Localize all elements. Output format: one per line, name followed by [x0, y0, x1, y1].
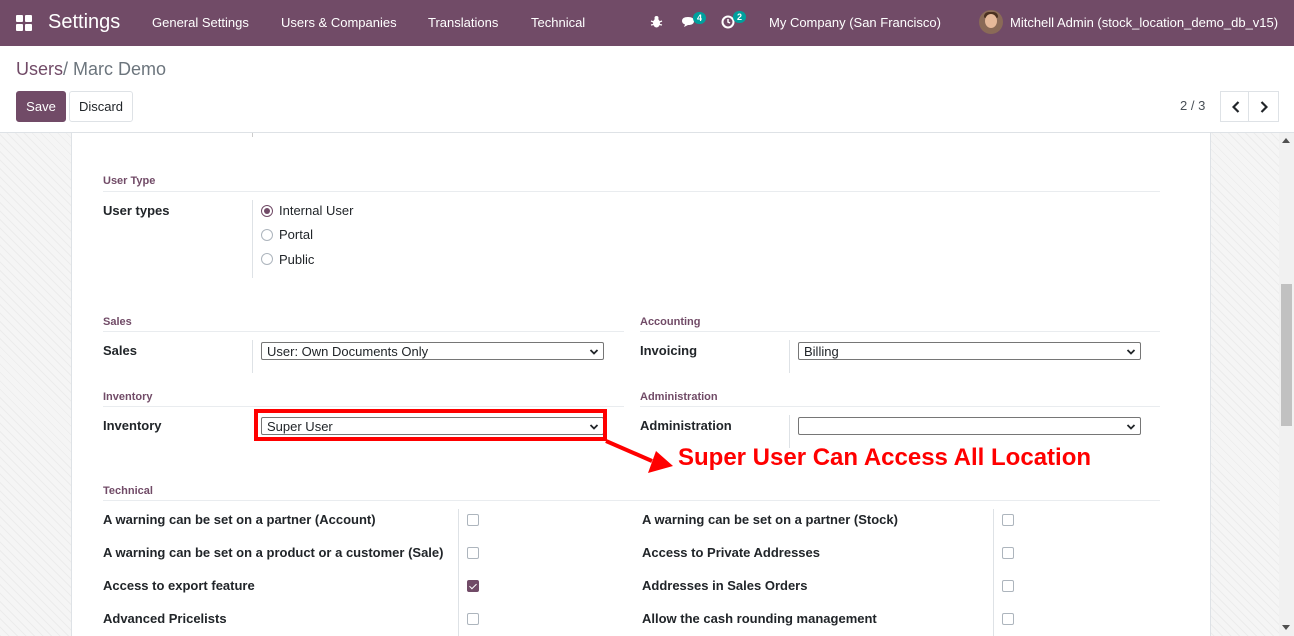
section-divider	[103, 500, 1160, 501]
section-divider	[103, 331, 624, 332]
discard-button[interactable]: Discard	[69, 91, 133, 122]
technical-right-checkbox-2[interactable]	[1002, 580, 1014, 592]
messaging-chat-icon[interactable]: 4	[681, 12, 707, 32]
menu-technical[interactable]: Technical	[531, 15, 585, 30]
menu-general-settings[interactable]: General Settings	[152, 15, 249, 30]
debug-bug-icon[interactable]	[650, 15, 663, 32]
section-divider	[640, 406, 1160, 407]
administration-label: Administration	[640, 418, 732, 433]
technical-right-label-0: A warning can be set on a partner (Stock…	[642, 512, 898, 527]
technical-right-label-1: Access to Private Addresses	[642, 545, 821, 560]
radio-internal-user-label[interactable]: Internal User	[279, 203, 353, 218]
radio-internal-user[interactable]	[261, 205, 273, 217]
field-divider	[252, 133, 253, 137]
technical-left-label-2: Access to export feature	[103, 578, 255, 593]
menu-translations[interactable]: Translations	[428, 15, 498, 30]
menu-users-companies[interactable]: Users & Companies	[281, 15, 397, 30]
sales-label: Sales	[103, 343, 137, 358]
scroll-down-icon[interactable]	[1282, 625, 1290, 630]
technical-left-label-1: A warning can be set on a product or a c…	[103, 545, 444, 560]
technical-left-checkbox-1[interactable]	[467, 547, 479, 559]
chevron-down-icon	[1126, 418, 1136, 442]
technical-left-label-0: A warning can be set on a partner (Accou…	[103, 512, 376, 527]
invoicing-access-value: Billing	[804, 344, 839, 359]
field-divider	[458, 509, 459, 636]
breadcrumb-separator: /	[63, 59, 69, 79]
section-divider	[103, 191, 1160, 192]
technical-left-label-3: Advanced Pricelists	[103, 611, 227, 626]
section-inventory: Inventory	[103, 391, 153, 403]
annotation-highlight-box	[254, 409, 607, 441]
technical-right-label-2: Addresses in Sales Orders	[642, 578, 808, 593]
sales-access-select[interactable]: User: Own Documents Only	[261, 342, 604, 360]
save-button[interactable]: Save	[16, 91, 66, 122]
breadcrumb-users-link[interactable]: Users	[16, 59, 63, 79]
radio-public-label[interactable]: Public	[279, 252, 314, 267]
breadcrumb: Users/ Marc Demo	[16, 59, 166, 80]
administration-access-select[interactable]	[798, 417, 1141, 435]
user-avatar[interactable]	[979, 10, 1003, 34]
control-panel: Users/ Marc Demo Save Discard 2 / 3	[0, 46, 1294, 133]
user-menu[interactable]: Mitchell Admin (stock_location_demo_db_v…	[1010, 15, 1278, 30]
chevron-left-icon	[1231, 100, 1239, 113]
pager-next-button[interactable]	[1248, 91, 1279, 122]
apps-menu-icon[interactable]	[16, 15, 32, 31]
pager-previous-button[interactable]	[1220, 91, 1251, 122]
field-divider	[789, 340, 790, 373]
radio-portal[interactable]	[261, 229, 273, 241]
top-navbar: Settings General Settings Users & Compan…	[0, 0, 1294, 46]
chevron-down-icon	[1126, 343, 1136, 367]
activity-count-badge: 2	[733, 11, 747, 23]
technical-left-checkbox-3[interactable]	[467, 613, 479, 625]
app-title[interactable]: Settings	[48, 11, 120, 34]
technical-right-checkbox-3[interactable]	[1002, 613, 1014, 625]
chevron-right-icon	[1260, 100, 1268, 113]
technical-left-checkbox-2[interactable]	[467, 580, 479, 592]
user-types-label: User types	[103, 203, 170, 218]
scrollbar-thumb[interactable]	[1281, 284, 1292, 426]
technical-right-checkbox-0[interactable]	[1002, 514, 1014, 526]
pager-value[interactable]: 2 / 3	[1180, 98, 1205, 113]
radio-portal-label[interactable]: Portal	[279, 227, 313, 242]
technical-left-checkbox-0[interactable]	[467, 514, 479, 526]
section-user-type: User Type	[103, 175, 156, 187]
field-divider	[252, 200, 253, 278]
chevron-down-icon	[589, 343, 599, 367]
field-divider	[252, 340, 253, 373]
invoicing-access-select[interactable]: Billing	[798, 342, 1141, 360]
activity-clock-icon[interactable]: 2	[721, 11, 747, 32]
section-divider	[103, 406, 624, 407]
annotation-text: Super User Can Access All Location	[678, 444, 1092, 471]
section-technical: Technical	[103, 485, 153, 497]
technical-right-label-3: Allow the cash rounding management	[642, 611, 877, 626]
section-sales: Sales	[103, 316, 132, 328]
scroll-up-icon[interactable]	[1282, 138, 1290, 143]
chat-count-badge: 4	[693, 12, 707, 24]
breadcrumb-current: Marc Demo	[73, 59, 167, 79]
technical-right-checkbox-1[interactable]	[1002, 547, 1014, 559]
section-divider	[640, 331, 1160, 332]
radio-public[interactable]	[261, 253, 273, 265]
field-divider	[993, 509, 994, 636]
inventory-label: Inventory	[103, 418, 162, 433]
invoicing-label: Invoicing	[640, 343, 698, 358]
sales-access-value: User: Own Documents Only	[267, 344, 429, 359]
form-sheet	[71, 133, 1211, 636]
annotation-arrow-icon	[605, 439, 673, 473]
company-switcher[interactable]: My Company (San Francisco)	[769, 15, 941, 30]
section-accounting: Accounting	[640, 316, 701, 328]
section-administration: Administration	[640, 391, 718, 403]
vertical-scrollbar[interactable]	[1279, 133, 1294, 636]
